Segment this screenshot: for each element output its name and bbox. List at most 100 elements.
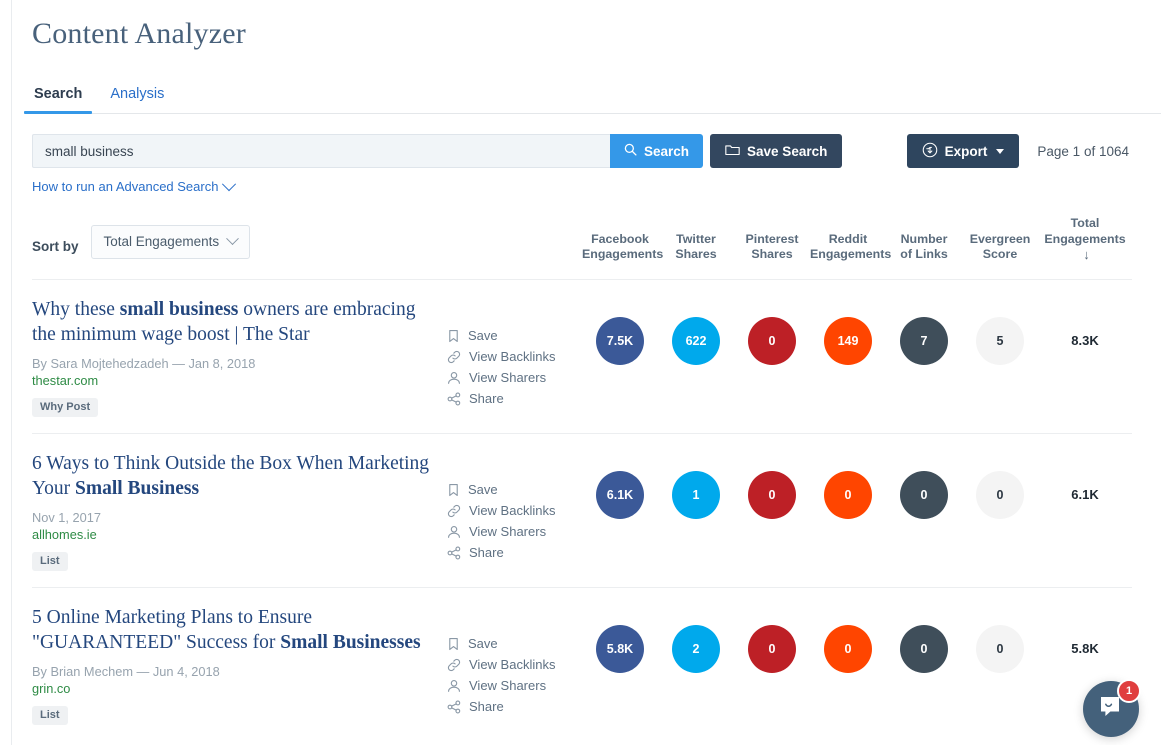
result-domain[interactable]: thestar.com xyxy=(32,372,432,390)
column-header-pinterest[interactable]: Pinterest Shares xyxy=(734,232,810,263)
result-info: 5 Online Marketing Plans to Ensure "GUAR… xyxy=(32,605,432,725)
result-tag: Why Post xyxy=(32,397,99,417)
sort-by-select[interactable]: Total Engagements xyxy=(90,224,251,259)
result-byline: Nov 1, 2017 xyxy=(32,509,102,525)
tab-bar: Search Analysis xyxy=(23,80,1161,114)
folder-icon xyxy=(725,143,740,159)
result-metrics: 7.5K 622 0 149 7 5 8.3K xyxy=(582,297,1132,365)
metric-circle: 0 xyxy=(824,624,872,673)
metric-links: 7 xyxy=(886,316,962,365)
share-icon xyxy=(447,546,461,560)
view-backlinks-action[interactable]: View Backlinks xyxy=(447,347,582,367)
metric-circle: 0 xyxy=(900,624,948,673)
metric-circle: 7.5K xyxy=(596,316,644,365)
advanced-search-link[interactable]: How to run an Advanced Search xyxy=(32,176,237,194)
metric-reddit: 0 xyxy=(810,470,886,519)
export-button[interactable]: Export xyxy=(906,134,1020,168)
result-title[interactable]: 6 Ways to Think Outside the Box When Mar… xyxy=(32,451,432,501)
table-row: 6 Ways to Think Outside the Box When Mar… xyxy=(32,432,1132,587)
search-input[interactable] xyxy=(32,134,610,168)
search-button-label: Search xyxy=(644,143,690,159)
share-action[interactable]: Share xyxy=(447,697,582,717)
metric-circle: 5.8K xyxy=(596,624,644,673)
result-byline: By Brian Mechem — Jun 4, 2018 xyxy=(32,663,220,679)
metric-circle: 2 xyxy=(672,624,720,673)
column-header-evergreen[interactable]: Evergreen Score xyxy=(962,232,1038,263)
column-header-links[interactable]: Number of Links xyxy=(886,232,962,263)
metric-circle: 149 xyxy=(824,316,872,365)
save-action[interactable]: Save xyxy=(447,480,582,500)
bookmark-icon xyxy=(447,483,460,497)
metric-total: 5.8K xyxy=(1071,641,1099,656)
result-metrics: 6.1K 1 0 0 0 0 6.1K xyxy=(582,451,1132,519)
metric-facebook: 5.8K xyxy=(582,624,658,673)
share-action[interactable]: Share xyxy=(447,389,582,409)
save-search-label: Save Search xyxy=(747,143,828,159)
chevron-down-icon xyxy=(222,176,237,191)
metric-circle: 0 xyxy=(748,624,796,673)
view-backlinks-action[interactable]: View Backlinks xyxy=(447,655,582,675)
metric-evergreen: 0 xyxy=(962,624,1038,673)
save-action[interactable]: Save xyxy=(447,326,582,346)
column-header-line2: Shares xyxy=(675,247,717,261)
result-title[interactable]: Why these small business owners are embr… xyxy=(32,297,432,347)
sort-by-label: Sort by xyxy=(32,238,79,254)
save-action-label: Save xyxy=(468,327,498,343)
column-header-line1: Evergreen xyxy=(969,231,1031,246)
link-icon xyxy=(447,504,461,518)
metric-twitter: 1 xyxy=(658,470,734,519)
result-tag: List xyxy=(32,705,68,725)
column-header-total-label: Engagements xyxy=(1044,231,1126,246)
cloud-download-icon xyxy=(922,142,938,161)
metric-pinterest: 0 xyxy=(734,470,810,519)
column-header-line2: Shares xyxy=(751,247,793,261)
link-icon xyxy=(447,350,461,364)
bookmark-icon xyxy=(447,329,460,343)
view-backlinks-action[interactable]: View Backlinks xyxy=(447,501,582,521)
link-icon xyxy=(447,658,461,672)
search-button[interactable]: Search xyxy=(610,134,704,168)
column-header-line1: Reddit xyxy=(828,231,868,246)
search-toolbar: Search Save Search xyxy=(32,134,1161,168)
result-domain[interactable]: grin.co xyxy=(32,680,432,698)
result-domain[interactable]: allhomes.ie xyxy=(32,526,432,544)
view-sharers-action[interactable]: View Sharers xyxy=(447,368,582,388)
chevron-down-icon xyxy=(226,232,239,246)
chat-launcher-button[interactable]: 1 xyxy=(1083,679,1141,737)
column-header-reddit[interactable]: Reddit Engagements xyxy=(810,231,892,263)
view-sharers-label: View Sharers xyxy=(469,677,547,693)
tab-search[interactable]: Search xyxy=(23,80,93,114)
chat-unread-badge: 1 xyxy=(1117,679,1141,703)
view-sharers-action[interactable]: View Sharers xyxy=(447,522,582,542)
result-title[interactable]: 5 Online Marketing Plans to Ensure "GUAR… xyxy=(32,605,432,655)
column-header-total[interactable]: Total Engagements ↓ xyxy=(1038,216,1132,263)
save-action[interactable]: Save xyxy=(447,634,582,654)
metric-twitter: 622 xyxy=(658,316,734,365)
metric-circle: 0 xyxy=(748,470,796,519)
save-action-label: Save xyxy=(468,481,498,497)
title-part: 5 Online Marketing Plans to Ensure "GUAR… xyxy=(32,606,312,653)
column-header-line2: Engagements xyxy=(810,247,892,261)
result-actions: Save View Backlinks View Sharers Share xyxy=(432,297,582,410)
app-page: Content Analyzer Search Analysis Search xyxy=(0,0,1161,745)
metric-twitter: 2 xyxy=(658,624,734,673)
share-action[interactable]: Share xyxy=(447,543,582,563)
view-sharers-action[interactable]: View Sharers xyxy=(447,676,582,696)
metric-evergreen: 0 xyxy=(962,470,1038,519)
metric-circle: 1 xyxy=(672,470,720,519)
view-sharers-label: View Sharers xyxy=(469,369,547,385)
column-header-facebook[interactable]: Facebook Engagements xyxy=(582,231,663,263)
share-action-label: Share xyxy=(469,544,504,560)
title-part-highlight: Small Business xyxy=(75,477,200,499)
metric-reddit: 149 xyxy=(810,316,886,365)
metric-reddit: 0 xyxy=(810,624,886,673)
column-header-line1: Facebook xyxy=(591,231,649,246)
result-info: Why these small business owners are embr… xyxy=(32,297,432,417)
metric-circle: 0 xyxy=(824,470,872,519)
title-part-highlight: small business xyxy=(119,298,239,320)
save-search-button[interactable]: Save Search xyxy=(710,134,843,168)
result-tag: List xyxy=(32,551,68,571)
share-action-label: Share xyxy=(469,698,504,714)
column-header-twitter[interactable]: Twitter Shares xyxy=(658,232,734,263)
tab-analysis[interactable]: Analysis xyxy=(108,80,166,113)
